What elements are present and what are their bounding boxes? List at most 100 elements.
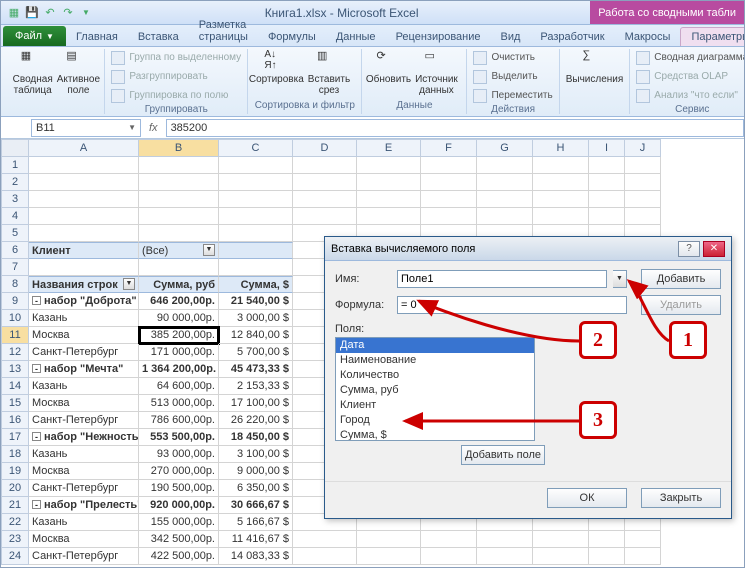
cell[interactable]	[477, 208, 533, 225]
cell[interactable]: -набор "Мечта"	[29, 361, 139, 378]
row-header-15[interactable]: 15	[1, 395, 29, 412]
cell[interactable]	[589, 548, 625, 565]
cell[interactable]	[29, 191, 139, 208]
cell[interactable]: 155 000,00р.	[139, 514, 219, 531]
group-selection-button[interactable]: Группа по выделенному	[111, 49, 241, 66]
cell[interactable]: Казань	[29, 514, 139, 531]
field-item[interactable]: Сумма, $	[336, 428, 534, 441]
cell[interactable]: 171 000,00р.	[139, 344, 219, 361]
tab-formulas[interactable]: Формулы	[258, 28, 326, 46]
col-header-C[interactable]: C	[219, 139, 293, 157]
cell[interactable]: 30 666,67 $	[219, 497, 293, 514]
filter-dropdown-icon[interactable]: ▼	[123, 278, 135, 290]
col-header-I[interactable]: I	[589, 139, 625, 157]
cell[interactable]: 3 100,00 $	[219, 446, 293, 463]
collapse-icon[interactable]: -	[32, 364, 41, 373]
cell[interactable]: Казань	[29, 378, 139, 395]
cell[interactable]	[219, 174, 293, 191]
olap-button[interactable]: Средства OLAP	[636, 68, 745, 85]
row-header-3[interactable]: 3	[1, 191, 29, 208]
cell[interactable]: 920 000,00р.	[139, 497, 219, 514]
calculations-button[interactable]: ∑Вычисления	[566, 49, 624, 86]
cell[interactable]: (Все)▼	[139, 242, 219, 259]
cell[interactable]	[533, 157, 589, 174]
row-header-17[interactable]: 17	[1, 429, 29, 446]
collapse-icon[interactable]: -	[32, 432, 41, 441]
cell[interactable]: 270 000,00р.	[139, 463, 219, 480]
data-source-button[interactable]: ▭Источник данных	[412, 49, 460, 96]
cell[interactable]	[357, 157, 421, 174]
whatif-button[interactable]: Анализ "что если"	[636, 87, 745, 104]
cell[interactable]: 14 083,33 $	[219, 548, 293, 565]
qat-dropdown-icon[interactable]: ▼	[79, 6, 93, 20]
cell[interactable]	[293, 157, 357, 174]
cell[interactable]	[533, 548, 589, 565]
formula-input-dialog[interactable]	[397, 296, 627, 314]
cell[interactable]: 5 166,67 $	[219, 514, 293, 531]
refresh-button[interactable]: ⟳Обновить	[368, 49, 408, 86]
cell[interactable]: 422 500,00р.	[139, 548, 219, 565]
cell[interactable]: Сумма, руб	[139, 276, 219, 293]
cell[interactable]: Москва	[29, 463, 139, 480]
cell[interactable]	[139, 208, 219, 225]
cell[interactable]	[357, 174, 421, 191]
cell[interactable]	[589, 531, 625, 548]
cell[interactable]	[477, 531, 533, 548]
cell[interactable]: Сумма, $	[219, 276, 293, 293]
cell[interactable]: 90 000,00р.	[139, 310, 219, 327]
row-header-22[interactable]: 22	[1, 514, 29, 531]
cell[interactable]	[625, 548, 661, 565]
cell[interactable]	[589, 174, 625, 191]
field-item[interactable]: Город	[336, 413, 534, 428]
row-header-16[interactable]: 16	[1, 412, 29, 429]
move-button[interactable]: Переместить	[473, 87, 552, 104]
cell[interactable]: Санкт-Петербург	[29, 480, 139, 497]
field-item[interactable]: Количество	[336, 368, 534, 383]
cell[interactable]	[293, 208, 357, 225]
cell[interactable]: 18 450,00 $	[219, 429, 293, 446]
cell[interactable]: 9 000,00 $	[219, 463, 293, 480]
col-header-H[interactable]: H	[533, 139, 589, 157]
cell[interactable]	[589, 191, 625, 208]
cell[interactable]	[357, 191, 421, 208]
cell[interactable]	[625, 157, 661, 174]
cell[interactable]	[421, 191, 477, 208]
cell[interactable]	[29, 174, 139, 191]
cell[interactable]: Названия строк▼	[29, 276, 139, 293]
file-tab[interactable]: Файл▼	[3, 26, 66, 46]
redo-icon[interactable]: ↷	[61, 6, 75, 20]
clear-button[interactable]: Очистить	[473, 49, 552, 66]
cell[interactable]: 553 500,00р.	[139, 429, 219, 446]
cell[interactable]: 12 840,00 $	[219, 327, 293, 344]
pivottable-button[interactable]: ▦Сводная таблица	[11, 49, 54, 96]
tab-developer[interactable]: Разработчик	[530, 28, 614, 46]
add-field-button[interactable]: Добавить поле	[461, 445, 545, 465]
field-item[interactable]: Дата	[336, 338, 534, 353]
tab-options[interactable]: Параметры	[680, 27, 745, 46]
cell[interactable]	[625, 191, 661, 208]
cell[interactable]	[357, 531, 421, 548]
cell[interactable]	[357, 548, 421, 565]
row-header-19[interactable]: 19	[1, 463, 29, 480]
field-item[interactable]: Клиент	[336, 398, 534, 413]
field-item[interactable]: Наименование	[336, 353, 534, 368]
name-dropdown-icon[interactable]: ▼	[613, 270, 627, 288]
save-icon[interactable]: 💾	[25, 6, 39, 20]
cell[interactable]	[139, 225, 219, 242]
cell[interactable]: 45 473,33 $	[219, 361, 293, 378]
col-header-J[interactable]: J	[625, 139, 661, 157]
cell[interactable]: Казань	[29, 310, 139, 327]
row-header-2[interactable]: 2	[1, 174, 29, 191]
row-header-6[interactable]: 6	[1, 242, 29, 259]
cell[interactable]	[421, 174, 477, 191]
cell[interactable]	[477, 174, 533, 191]
name-box[interactable]: B11▼	[31, 119, 141, 137]
cell[interactable]: 2 153,33 $	[219, 378, 293, 395]
cell[interactable]	[293, 174, 357, 191]
fields-listbox[interactable]: ДатаНаименованиеКоличествоСумма, рубКлие…	[335, 337, 535, 441]
tab-macros[interactable]: Макросы	[615, 28, 681, 46]
cell[interactable]: 6 350,00 $	[219, 480, 293, 497]
row-header-18[interactable]: 18	[1, 446, 29, 463]
cell[interactable]: 1 364 200,00р.	[139, 361, 219, 378]
col-header-F[interactable]: F	[421, 139, 477, 157]
